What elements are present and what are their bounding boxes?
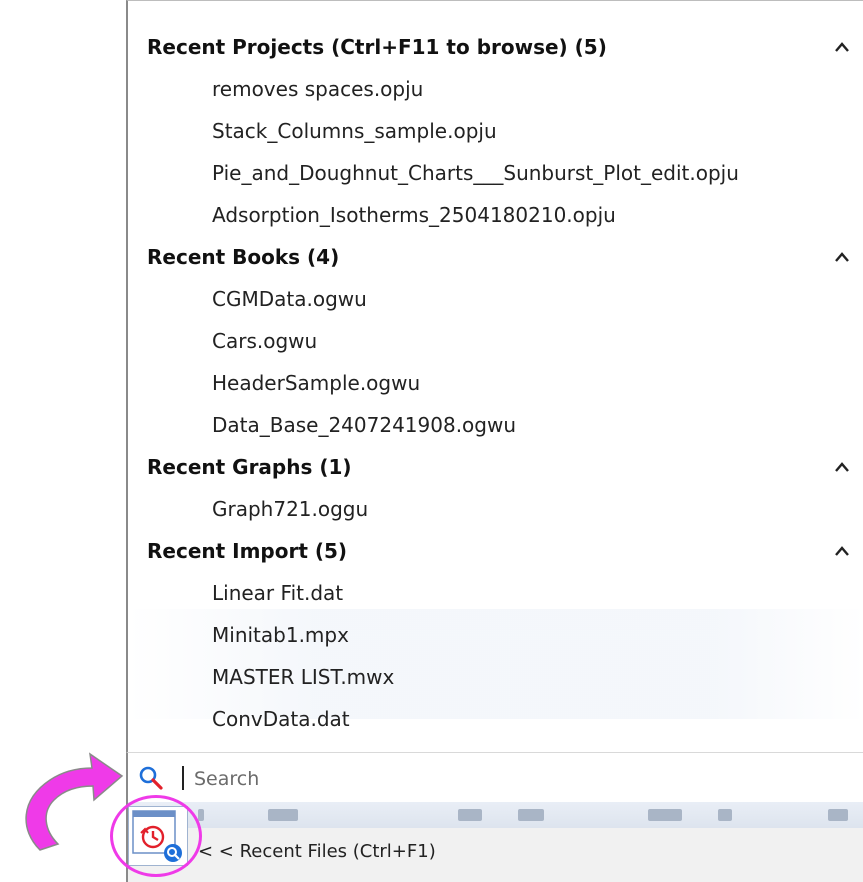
recent-import-item[interactable]: Linear Fit.dat (212, 575, 343, 611)
recent-graph-item[interactable]: Graph721.oggu (212, 491, 368, 527)
recent-book-item[interactable]: CGMData.ogwu (212, 281, 367, 317)
recent-book-item[interactable]: Cars.ogwu (212, 323, 317, 359)
toolbar-strip (126, 802, 863, 828)
collapse-chevron-icon[interactable] (831, 449, 853, 485)
recent-files-panel: Recent Projects (Ctrl+F11 to browse) (5)… (126, 0, 863, 800)
recent-import-item[interactable]: MASTER LIST.mwx (212, 659, 394, 695)
recent-project-item[interactable]: Stack_Columns_sample.opju (212, 113, 497, 149)
recent-import-item[interactable]: ConvData.dat (212, 701, 350, 737)
recent-book-item[interactable]: HeaderSample.ogwu (212, 365, 420, 401)
search-input[interactable] (192, 761, 836, 797)
recent-book-item[interactable]: Data_Base_2407241908.ogwu (212, 407, 516, 443)
group-title: Recent Books (4) (147, 245, 340, 269)
group-header-recent-import[interactable]: Recent Import (5) (147, 533, 863, 569)
text-cursor (182, 766, 184, 790)
recent-project-item[interactable]: removes spaces.opju (212, 71, 423, 107)
recent-project-item[interactable]: Pie_and_Doughnut_Charts___Sunburst_Plot_… (212, 155, 739, 191)
recent-files-label[interactable]: < < Recent Files (Ctrl+F1) (198, 838, 436, 866)
group-header-recent-books[interactable]: Recent Books (4) (147, 239, 863, 275)
collapse-chevron-icon[interactable] (831, 533, 853, 569)
search-bar (126, 752, 863, 802)
group-title: Recent Graphs (1) (147, 455, 352, 479)
recent-import-item[interactable]: Minitab1.mpx (212, 617, 349, 653)
group-title: Recent Import (5) (147, 539, 348, 563)
group-title: Recent Projects (Ctrl+F11 to browse) (5) (147, 35, 607, 59)
curved-arrow-icon (25, 752, 124, 851)
recent-project-item[interactable]: Adsorption_Isotherms_2504180210.opju (212, 197, 616, 233)
group-header-recent-graphs[interactable]: Recent Graphs (1) (147, 449, 863, 485)
collapse-chevron-icon[interactable] (831, 239, 853, 275)
group-header-recent-projects[interactable]: Recent Projects (Ctrl+F11 to browse) (5) (147, 29, 863, 65)
search-icon (139, 766, 163, 790)
collapse-chevron-icon[interactable] (831, 29, 853, 65)
